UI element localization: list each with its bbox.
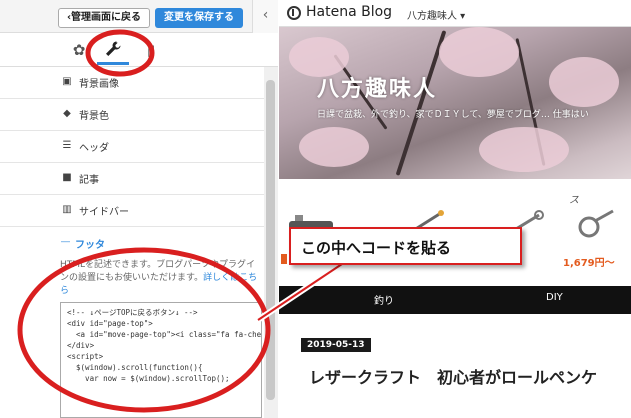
back-to-dashboard-button[interactable]: ‹管理画面に戻る (58, 8, 150, 28)
product-image[interactable] (569, 209, 621, 241)
collapse-panel-button[interactable]: ‹ (252, 0, 278, 33)
editor-topbar: ‹管理画面に戻る 変更を保存する ‹ (0, 0, 278, 33)
carousel-label: ス (569, 195, 579, 206)
menu-item-label: 記事 (79, 175, 99, 186)
blossom-shape (479, 127, 569, 172)
blossom-shape (549, 57, 619, 107)
menu-item-sidebar[interactable]: ▥ サイドバー (0, 195, 264, 227)
article-list: 2019-05-13 レザークラフト 初心者がロールペンケ (279, 314, 631, 418)
annotation-callout: この中へコードを貼る (289, 227, 522, 265)
blossom-shape (299, 127, 369, 167)
article-icon: ■ (62, 172, 72, 183)
design-editor-panel: ‹管理画面に戻る 変更を保存する ‹ ✿ ▯ ▣ 背景画像 ◆ 背景色 ☰ ヘッ… (0, 0, 278, 418)
menu-item-label: 背景色 (79, 111, 109, 122)
panel-scrollbar-thumb[interactable] (266, 80, 275, 400)
footer-settings-section: ― フッタ HTMLを記述できます。ブログパーツやプラグインの設置にもお使いいた… (55, 232, 263, 418)
collapse-minus-icon[interactable]: ― (61, 237, 70, 247)
article-title[interactable]: レザークラフト 初心者がロールペンケ (309, 364, 597, 388)
menu-item-label: 背景画像 (79, 79, 119, 90)
hatena-global-header: Hatena Blog 八方趣味人 ▾ (279, 0, 631, 27)
editor-tabs: ✿ ▯ (0, 33, 278, 67)
blog-title[interactable]: 八方趣味人 (317, 71, 437, 103)
hatena-blog-logo[interactable]: Hatena Blog (306, 4, 392, 20)
sidebar-icon: ▥ (62, 204, 72, 215)
customize-menu: ▣ 背景画像 ◆ 背景色 ☰ ヘッダ ■ 記事 ▥ サイドバー (0, 67, 264, 227)
menu-item-background-color[interactable]: ◆ 背景色 (0, 99, 264, 131)
price-fragment (281, 254, 287, 264)
article-date[interactable]: 2019-05-13 (301, 338, 371, 352)
image-icon: ▣ (62, 76, 72, 87)
active-tab-indicator (97, 62, 129, 65)
blog-description: 日課で盆栽、外で釣り、家でＤＩＹして、夢屋でブログ… 仕事はい (317, 110, 589, 120)
menu-item-label: ヘッダ (79, 143, 109, 154)
menu-item-background-image[interactable]: ▣ 背景画像 (0, 67, 264, 99)
menu-item-header[interactable]: ☰ ヘッダ (0, 131, 264, 163)
menu-item-label: サイドバー (79, 207, 129, 218)
save-changes-button[interactable]: 変更を保存する (155, 8, 243, 28)
menu-item-article[interactable]: ■ 記事 (0, 163, 264, 195)
category-navbar: 釣り DIY (279, 286, 631, 314)
footer-description: HTMLを記述できます。ブログパーツやプラグインの設置にもお使いいただけます。詳… (60, 259, 260, 298)
paint-bucket-icon: ◆ (63, 108, 71, 119)
design-tab-palette-icon[interactable]: ✿ (68, 40, 90, 60)
product-price[interactable]: 1,679円～ (563, 254, 615, 269)
customize-tab-wrench-icon[interactable] (102, 40, 124, 60)
blog-header-image: 八方趣味人 日課で盆栽、外で釣り、家でＤＩＹして、夢屋でブログ… 仕事はい (279, 27, 631, 179)
nav-item-diy[interactable]: DIY (546, 292, 563, 303)
hatena-logo-icon[interactable] (287, 6, 301, 20)
blog-switcher-dropdown[interactable]: 八方趣味人 ▾ (407, 7, 465, 22)
wrench-icon (106, 41, 121, 56)
blog-preview: Hatena Blog 八方趣味人 ▾ 八方趣味人 日課で盆栽、外で釣り、家でＤ… (279, 0, 631, 418)
nav-item-fishing[interactable]: 釣り (374, 292, 394, 307)
smartphone-tab-icon[interactable]: ▯ (140, 40, 162, 60)
header-icon: ☰ (62, 140, 72, 151)
footer-html-textarea[interactable]: <!-- ↓ページTOPに戻るボタン↓ --> <div id="page-to… (60, 302, 262, 418)
footer-section-title[interactable]: フッタ (75, 236, 105, 251)
blossom-shape (439, 27, 519, 77)
callout-text: この中へコードを貼る (301, 239, 452, 257)
